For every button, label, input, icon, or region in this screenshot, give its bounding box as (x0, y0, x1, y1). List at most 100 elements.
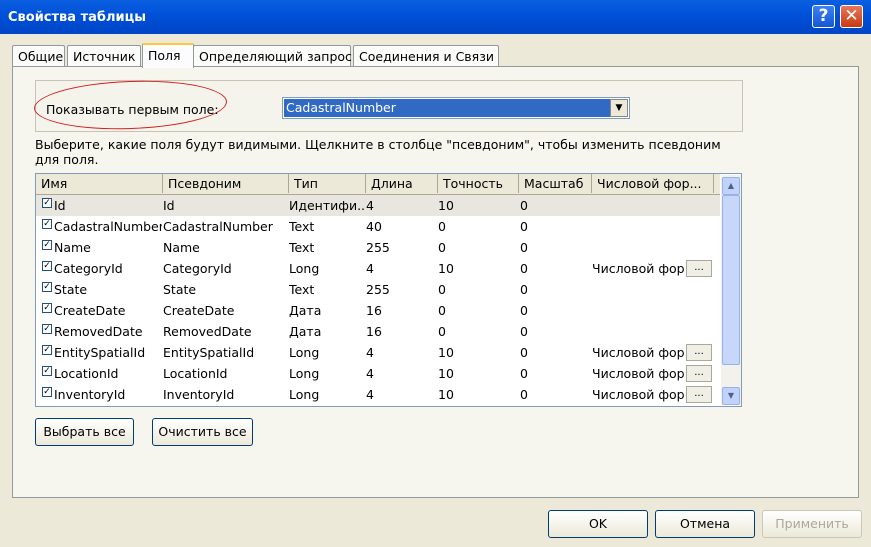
cell-length: 255 (366, 240, 390, 255)
cell-scale: 0 (520, 219, 528, 234)
cell-length: 4 (366, 261, 374, 276)
help-icon[interactable]: ? (812, 5, 835, 28)
scroll-down-icon[interactable]: ▼ (722, 387, 740, 405)
fields-table: Имя Псевдоним Тип Длина Точность Масштаб… (35, 173, 742, 407)
first-field-select[interactable]: CadastralNumber ▼ (282, 97, 630, 119)
cell-name: Id (54, 198, 66, 213)
cell-alias[interactable]: CadastralNumber (163, 216, 287, 237)
visible-checkbox[interactable]: ✓ (42, 282, 52, 292)
cell-scale: 0 (520, 366, 528, 381)
table-row[interactable]: ✓ EntitySpatialId EntitySpatialId Long 4 10 0 Ч… (36, 342, 720, 363)
visible-checkbox[interactable]: ✓ (42, 219, 52, 229)
tab-general[interactable]: Общие (12, 45, 65, 66)
cell-type: Дата (289, 303, 322, 318)
cell-alias[interactable]: State (163, 279, 287, 300)
cell-numfmt (592, 216, 686, 237)
table-row[interactable]: ✓ Id Id Идентифи... 4 10 0 (36, 195, 720, 216)
table-row[interactable]: ✓ Name Name Text 255 0 0 (36, 237, 720, 258)
numfmt-ellipsis-button[interactable]: ... (686, 260, 712, 277)
cell-scale: 0 (520, 387, 528, 402)
title-bar: Свойства таблицы ? ✕ (0, 0, 871, 34)
visible-checkbox[interactable]: ✓ (42, 261, 52, 271)
visible-checkbox[interactable]: ✓ (42, 387, 52, 397)
cell-scale: 0 (520, 345, 528, 360)
cell-length: 4 (366, 366, 374, 381)
close-icon[interactable]: ✕ (840, 5, 863, 28)
table-row[interactable]: ✓ LocationId LocationId Long 4 10 0 Числовой фо… (36, 363, 720, 384)
cell-alias[interactable]: CreateDate (163, 300, 287, 321)
cell-length: 16 (366, 303, 382, 318)
cell-type: Text (289, 282, 315, 297)
cell-name: RemovedDate (54, 324, 143, 339)
visible-checkbox[interactable]: ✓ (42, 240, 52, 250)
numfmt-ellipsis-button[interactable]: ... (686, 344, 712, 361)
numfmt-ellipsis-button[interactable]: ... (686, 386, 712, 403)
tab-fields[interactable]: Поля (142, 43, 194, 68)
cell-precision: 0 (438, 303, 446, 318)
visible-checkbox[interactable]: ✓ (42, 366, 52, 376)
cell-alias[interactable]: Id (163, 195, 287, 216)
cell-alias[interactable]: CategoryId (163, 258, 287, 279)
scroll-up-icon[interactable]: ▲ (722, 177, 740, 195)
cell-precision: 0 (438, 240, 446, 255)
tab-source[interactable]: Источник (67, 45, 141, 66)
cell-length: 16 (366, 324, 382, 339)
cell-length: 4 (366, 345, 374, 360)
col-header-alias[interactable]: Псевдоним (163, 174, 289, 193)
cell-scale: 0 (520, 303, 528, 318)
select-all-button[interactable]: Выбрать все (35, 418, 134, 446)
visible-checkbox[interactable]: ✓ (42, 345, 52, 355)
col-header-scale[interactable]: Масштаб (519, 174, 592, 193)
first-field-value: CadastralNumber (284, 99, 610, 117)
cell-name: InventoryId (54, 387, 126, 402)
table-row[interactable]: ✓ RemovedDate RemovedDate Дата 16 0 0 (36, 321, 720, 342)
numfmt-ellipsis-button[interactable]: ... (686, 365, 712, 382)
cell-alias[interactable]: LocationId (163, 363, 287, 384)
cancel-button[interactable]: Отмена (655, 510, 755, 538)
col-header-name[interactable]: Имя (36, 174, 163, 193)
tab-joins-relates[interactable]: Соединения и Связи (353, 45, 499, 66)
visible-checkbox[interactable]: ✓ (42, 198, 52, 208)
cell-scale: 0 (520, 261, 528, 276)
cell-type: Long (289, 387, 320, 402)
cell-name: Name (54, 240, 91, 255)
vertical-scrollbar[interactable]: ▲ ▼ (721, 175, 741, 405)
visible-checkbox[interactable]: ✓ (42, 324, 52, 334)
table-row[interactable]: ✓ CadastralNumber CadastralNumber Text 40 0 0 (36, 216, 720, 237)
cell-precision: 0 (438, 324, 446, 339)
chevron-down-icon[interactable]: ▼ (610, 99, 628, 117)
cell-name: CategoryId (54, 261, 123, 276)
clear-all-button[interactable]: Очистить все (152, 418, 253, 446)
col-header-precision[interactable]: Точность (438, 174, 519, 193)
cell-name: State (54, 282, 88, 297)
table-row[interactable]: ✓ State State Text 255 0 0 (36, 279, 720, 300)
col-header-length[interactable]: Длина (366, 174, 438, 193)
ok-button[interactable]: OK (548, 510, 648, 538)
cell-alias[interactable]: RemovedDate (163, 321, 287, 342)
tab-definition-query[interactable]: Определяющий запрос (193, 45, 352, 66)
cell-alias[interactable]: EntitySpatialId (163, 342, 287, 363)
table-row[interactable]: ✓ InventoryId InventoryId Long 4 10 0 Числовой … (36, 384, 720, 405)
cell-alias[interactable]: Name (163, 237, 287, 258)
cell-type: Дата (289, 324, 322, 339)
cell-scale: 0 (520, 324, 528, 339)
table-row[interactable]: ✓ CreateDate CreateDate Дата 16 0 0 (36, 300, 720, 321)
cell-type: Text (289, 240, 315, 255)
cell-name: CreateDate (54, 303, 126, 318)
first-field-label: Показывать первым поле: (46, 102, 219, 117)
visible-checkbox[interactable]: ✓ (42, 303, 52, 313)
col-header-type[interactable]: Тип (289, 174, 366, 193)
cell-alias[interactable]: InventoryId (163, 384, 287, 405)
cell-numfmt: Числовой фор (592, 261, 685, 276)
cell-name: LocationId (54, 366, 119, 381)
fields-description: Выберите, какие поля будут видимыми. Щел… (35, 137, 721, 167)
table-row[interactable]: ✓ CategoryId CategoryId Long 4 10 0 Числовой фо… (36, 258, 720, 279)
apply-button: Применить (762, 510, 862, 538)
cell-precision: 10 (438, 198, 454, 213)
cell-scale: 0 (520, 198, 528, 213)
cell-type: Long (289, 345, 320, 360)
cell-numfmt (592, 321, 686, 342)
col-header-numfmt[interactable]: Числовой фор... (592, 174, 714, 193)
scroll-thumb[interactable] (722, 195, 740, 365)
cell-length: 4 (366, 198, 374, 213)
